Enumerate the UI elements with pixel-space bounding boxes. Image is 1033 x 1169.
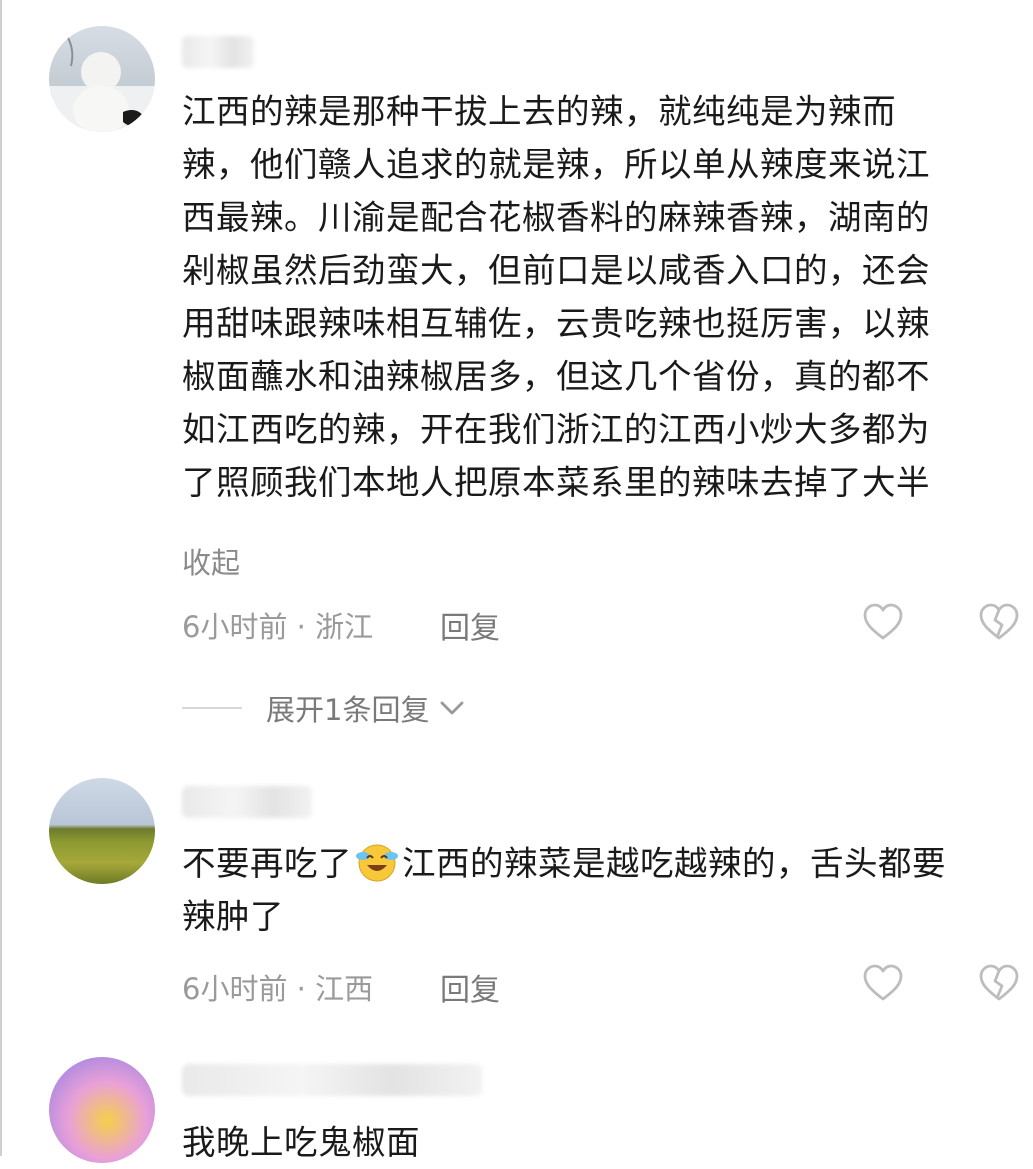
left-edge-divider [0, 0, 2, 1156]
dislike-button[interactable] [977, 601, 1021, 645]
comment-line: 辣，他们赣人追求的就是辣，所以单从辣度来说江 [182, 145, 930, 184]
comment-line: 椒面蘸水和油辣椒居多，但这几个省份，真的都不 [182, 357, 930, 396]
reply-button[interactable]: 回复 [440, 965, 500, 1009]
comment-text: 不要再吃了 江西的辣菜是越吃越辣的，舌头都要 辣肿了 [182, 837, 946, 943]
comment-line: 剁椒虽然后劲蛮大，但前口是以咸香入口的，还会 [182, 251, 930, 290]
comment-line: 西最辣。川渝是配合花椒香料的麻辣香辣，湖南的 [182, 198, 930, 237]
dislike-button[interactable] [977, 962, 1021, 1006]
comment-line: 如江西吃的辣，开在我们浙江的江西小炒大多都为 [182, 410, 930, 449]
comment-meta: 6小时前 · 浙江 [182, 610, 374, 644]
divider-dash [182, 707, 242, 709]
reply-button[interactable]: 回复 [440, 603, 500, 647]
avatar[interactable] [49, 26, 155, 132]
avatar[interactable] [49, 778, 155, 884]
comment-text: 江西的辣是那种干拔上去的辣，就纯纯是为辣而 辣，他们赣人追求的就是辣，所以单从辣… [182, 85, 930, 509]
like-button[interactable] [861, 962, 905, 1006]
comment-text: 我晚上吃鬼椒面 [182, 1116, 420, 1169]
chevron-down-icon [441, 701, 464, 715]
collapse-button[interactable]: 收起 [182, 540, 240, 582]
broken-heart-icon [979, 964, 1019, 1001]
comment-line: 不要再吃了 江西的辣菜是越吃越辣的，舌头都要 [182, 837, 946, 890]
broken-heart-icon [979, 603, 1019, 640]
heart-outline-icon [863, 603, 903, 640]
heart-outline-icon [863, 964, 903, 1001]
comment-text-segment: 不要再吃了 [182, 844, 352, 883]
username-redacted [182, 1064, 482, 1096]
comment-meta: 6小时前 · 江西 [182, 972, 374, 1006]
expand-replies-label: 展开1条回复 [266, 693, 430, 727]
comment-line: 用甜味跟辣味相互辅佐，云贵吃辣也挺厉害，以辣 [182, 304, 930, 343]
comment-text-segment: 江西的辣菜是越吃越辣的，舌头都要 [402, 844, 946, 883]
expand-replies-button[interactable]: 展开1条回复 [182, 686, 467, 730]
crying-laughing-emoji-icon [356, 844, 398, 882]
comment-line: 江西的辣是那种干拔上去的辣，就纯纯是为辣而 [182, 92, 896, 131]
like-button[interactable] [861, 601, 905, 645]
comment-line: 我晚上吃鬼椒面 [182, 1123, 420, 1162]
avatar[interactable] [49, 1057, 155, 1163]
comment-line: 了照顾我们本地人把原本菜系里的辣味去掉了大半 [182, 463, 930, 502]
username-redacted [182, 786, 312, 818]
username-redacted [182, 36, 254, 68]
comment-line: 辣肿了 [182, 897, 284, 936]
